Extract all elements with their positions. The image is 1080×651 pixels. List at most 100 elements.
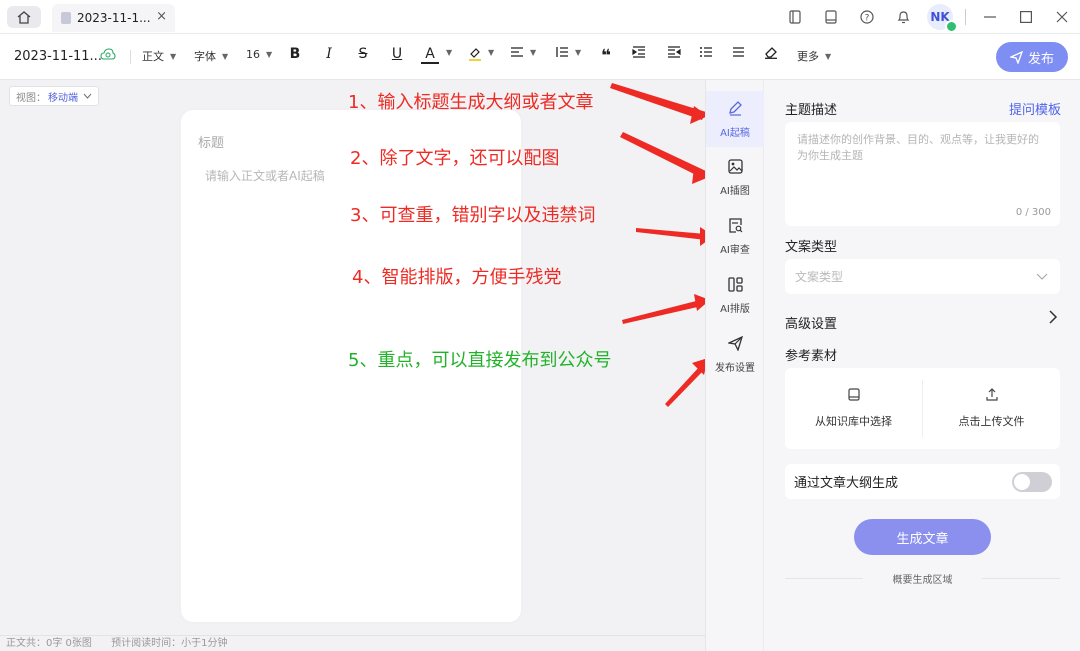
caret-down-icon: ▼ [170, 51, 177, 61]
bold-button[interactable]: B [286, 46, 304, 62]
pencil-icon [727, 100, 743, 120]
caret-down-icon: ▼ [488, 48, 495, 57]
paragraph-style-select[interactable]: 正文 ▼ [142, 48, 176, 64]
tab-close-icon[interactable]: × [156, 9, 167, 24]
more-menu[interactable]: 更多 ▼ [797, 48, 831, 64]
chevron-down-icon [1036, 273, 1048, 280]
copy-type-label: 文案类型 [785, 240, 838, 255]
cloud-sync-icon[interactable] [100, 48, 116, 63]
body-input[interactable]: 请输入正文或者AI起稿 [205, 167, 325, 184]
reading-time: 预计阅读时间：小于1分钟 [111, 638, 228, 649]
caret-down-icon: ▼ [575, 48, 582, 57]
book-icon [847, 388, 860, 405]
summary-area-label: 概要生成区域 [785, 571, 1060, 586]
rail-label: AI排版 [720, 304, 750, 315]
font-label: 字体 [194, 50, 216, 63]
font-color-button[interactable]: A [421, 46, 439, 64]
reference-material-label: 参考素材 [785, 349, 838, 364]
outline-toggle-label: 通过文章大纲生成 [794, 476, 899, 491]
close-window-icon[interactable] [1044, 0, 1080, 34]
view-mode-select[interactable]: 视图： 移动端 [9, 86, 99, 106]
ordered-list-button[interactable] [697, 46, 715, 62]
minimize-icon[interactable] [972, 0, 1008, 34]
highlight-dropdown[interactable]: ▼ [488, 48, 494, 57]
line-height-dropdown[interactable]: ▼ [575, 48, 581, 57]
tab-title: 2023-11-1... [77, 11, 151, 25]
char-count: 0 / 300 [1015, 207, 1051, 218]
font-color-dropdown[interactable]: ▼ [446, 48, 452, 57]
publish-button[interactable]: 发布 [996, 42, 1068, 72]
chevron-down-icon [83, 93, 92, 99]
ai-draft-panel: 主题描述 提问模板 请描述你的创作背景、目的、观点等，让我更好的为你生成主题 0… [764, 80, 1080, 651]
rail-item-ai-layout[interactable]: AI排版 [706, 268, 764, 324]
topic-textarea[interactable]: 请描述你的创作背景、目的、观点等，让我更好的为你生成主题 0 / 300 [785, 122, 1060, 226]
home-button[interactable] [7, 6, 41, 28]
upload-file-button[interactable]: 点击上传文件 [923, 368, 1060, 449]
title-input[interactable]: 标题 [198, 132, 224, 151]
toggle-knob [1014, 474, 1030, 490]
word-count: 正文共：0字 0张图 [6, 638, 92, 649]
image-icon [727, 159, 743, 178]
highlighter-icon [469, 48, 481, 61]
copy-type-select[interactable]: 文案类型 [785, 259, 1060, 294]
home-icon [17, 10, 31, 24]
sidebar-toggle-icon[interactable] [777, 0, 813, 34]
knowledge-base-button[interactable]: 从知识库中选择 [785, 368, 922, 449]
highlight-button[interactable] [466, 46, 484, 66]
caret-down-icon: ▼ [530, 48, 537, 57]
annotation-text: 4、智能排版，方便手残党 [352, 267, 562, 288]
rail-item-ai-draft[interactable]: AI起稿 [706, 91, 764, 147]
format-toolbar: 2023-11-11... 正文 ▼ 字体 ▼ 16 ▼ B I S U A ▼ ▼ … [0, 34, 1080, 80]
bell-icon[interactable] [885, 0, 921, 34]
italic-button[interactable]: I [320, 46, 338, 62]
ordered-list-icon [700, 47, 712, 57]
book-icon[interactable] [813, 0, 849, 34]
align-button[interactable] [508, 46, 526, 62]
annotation-text: 1、输入标题生成大纲或者文章 [348, 92, 594, 113]
divider [965, 9, 966, 25]
clear-format-button[interactable] [762, 46, 780, 63]
outline-toggle[interactable] [1012, 472, 1052, 492]
verified-badge-icon [945, 20, 958, 33]
bullet-list-icon [733, 47, 744, 57]
indent-icon [632, 46, 645, 58]
avatar[interactable]: NK [927, 4, 958, 33]
document-name[interactable]: 2023-11-11... [14, 49, 102, 64]
more-label: 更多 [797, 50, 819, 63]
maximize-icon[interactable] [1008, 0, 1044, 34]
search-doc-icon [728, 218, 743, 237]
font-select[interactable]: 字体 ▼ [194, 48, 228, 64]
rail-item-ai-image[interactable]: AI插图 [706, 150, 764, 206]
help-icon[interactable]: ? [849, 0, 885, 34]
line-height-button[interactable] [553, 46, 571, 62]
outdent-button[interactable] [665, 46, 683, 62]
align-left-icon [511, 47, 523, 57]
prompt-template-link[interactable]: 提问模板 [1009, 99, 1061, 118]
caret-down-icon: ▼ [825, 51, 832, 61]
strikethrough-button[interactable]: S [354, 46, 372, 62]
caret-down-icon: ▼ [446, 48, 453, 57]
font-size-select[interactable]: 16 ▼ [246, 48, 272, 61]
rail-item-publish-settings[interactable]: 发布设置 [706, 327, 764, 383]
outdent-icon [668, 46, 681, 58]
paragraph-style-label: 正文 [142, 50, 164, 63]
bullet-list-button[interactable] [729, 46, 747, 62]
ai-tool-rail: AI起稿 AI插图 AI审查 AI排版 发布设置 [705, 80, 764, 651]
generate-article-button[interactable]: 生成文章 [854, 519, 991, 555]
document-icon [61, 12, 71, 24]
document-tab[interactable]: 2023-11-1... × [52, 4, 175, 32]
caret-down-icon: ▼ [222, 51, 229, 61]
layout-icon [727, 277, 743, 296]
caret-down-icon: ▼ [266, 50, 273, 59]
align-dropdown[interactable]: ▼ [530, 48, 536, 57]
outline-generation-row: 通过文章大纲生成 [785, 464, 1060, 499]
send-icon [726, 335, 743, 355]
quote-button[interactable]: ❝ [597, 46, 615, 66]
rail-item-ai-review[interactable]: AI审查 [706, 209, 764, 265]
advanced-settings-label[interactable]: 高级设置 [785, 313, 837, 332]
underline-button[interactable]: U [388, 46, 406, 62]
chevron-right-icon[interactable] [1048, 310, 1058, 324]
status-bar: 正文共：0字 0张图 预计阅读时间：小于1分钟 [0, 635, 705, 651]
title-bar: 2023-11-1... × ? NK [0, 0, 1080, 34]
indent-button[interactable] [630, 46, 648, 62]
